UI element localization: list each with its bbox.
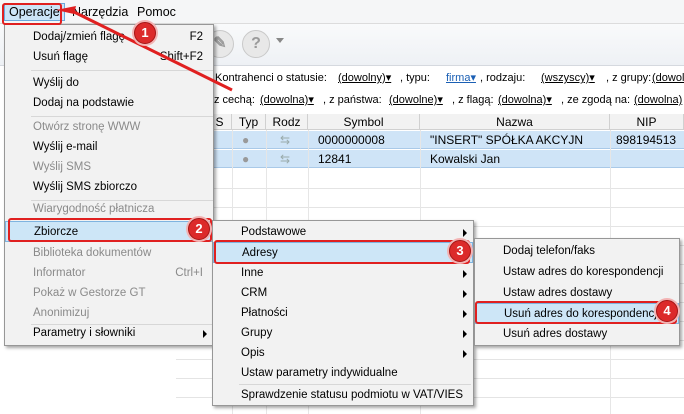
grupy-dropdown[interactable]: (dowolr: [652, 70, 684, 86]
table-row[interactable]: ● ⇆ 0000000008 "INSERT" SPÓŁKA AKCYJN 89…: [176, 131, 684, 149]
filter-label-zgoda: , ze zgodą na:: [561, 94, 631, 106]
menu-pomoc[interactable]: Pomoc: [133, 3, 180, 21]
status-dropdown[interactable]: (dowolny)▾: [338, 70, 391, 86]
filter-label-typ: , typu:: [400, 72, 430, 84]
chevron-down-icon[interactable]: [276, 38, 284, 43]
menu-item-informator: Informator Ctrl+I: [33, 267, 203, 279]
menu-item-wyslij-do[interactable]: Wyślij do: [5, 73, 213, 94]
column-header-typ[interactable]: Typ: [232, 114, 266, 130]
annotation-box: [475, 301, 677, 324]
menu-item-wiarygodnosc: Wiarygodność płatnicza: [33, 203, 155, 215]
step-badge-3: 3: [449, 240, 471, 262]
table-row[interactable]: ● ⇆ 12841 Kowalski Jan: [176, 150, 684, 168]
swap-icon: ⇆: [280, 152, 291, 166]
filter-label-cecha: z cechą:: [214, 94, 255, 106]
menu-item-otworz-www: Otwórz stronę WWW: [33, 121, 141, 133]
symbol-cell: 0000000008: [318, 133, 385, 147]
menu-item-anonimizuj: Anonimizuj: [33, 307, 90, 319]
annotation-box: [2, 3, 62, 25]
filter-label-grupy: , z grupy:: [606, 72, 652, 84]
menu-item-parametry-indywidualne[interactable]: Ustaw parametry indywidualne: [213, 363, 473, 384]
typ-dropdown[interactable]: firma▾: [446, 70, 476, 86]
zgoda-dropdown[interactable]: (dowolna): [634, 92, 682, 108]
panstwa-dropdown[interactable]: (dowolne)▾: [389, 92, 443, 108]
menu-item-usun-adres-dostawy[interactable]: Usuń adres dostawy: [475, 324, 679, 345]
filter-label-status: Kontrahenci o statusie:: [215, 72, 327, 84]
menu-item-usun-flage[interactable]: Usuń flagę Shift+F2: [5, 47, 213, 68]
adresy-submenu: Dodaj telefon/faks Ustaw adres do koresp…: [474, 238, 680, 346]
help-icon[interactable]: ?: [242, 30, 270, 58]
nazwa-cell: "INSERT" SPÓŁKA AKCYJN: [430, 133, 584, 147]
menu-item-grupy[interactable]: Grupy: [213, 323, 473, 344]
nazwa-cell: Kowalski Jan: [430, 152, 501, 166]
menu-item-wyslij-email[interactable]: Wyślij e-mail: [5, 137, 213, 158]
menu-item-pokaz-gestor: Pokaż w Gestorze GT: [33, 287, 146, 299]
swap-icon: ⇆: [280, 133, 291, 147]
symbol-cell: 12841: [318, 152, 352, 166]
filter-label-panstwa: , z państwa:: [323, 94, 382, 106]
menu-item-dodaj-flage[interactable]: Dodaj/zmień flagę F2: [5, 27, 213, 48]
menu-item-inne[interactable]: Inne: [213, 263, 473, 284]
annotation-box: [214, 240, 470, 264]
menu-bar: Operacje Narzędzia Pomoc: [0, 0, 684, 24]
menu-narzedzia[interactable]: Narzędzia: [68, 3, 132, 21]
person-icon: ●: [242, 152, 250, 166]
menu-item-dodaj-telefon[interactable]: Dodaj telefon/faks: [475, 241, 679, 262]
filter-label-flaga: , z flagą:: [452, 94, 494, 106]
menu-item-crm[interactable]: CRM: [213, 283, 473, 304]
operacje-menu: Dodaj/zmień flagę F2 Usuń flagę Shift+F2 W…: [4, 24, 214, 346]
menu-item-ustaw-adres-korespondencji[interactable]: Ustaw adres do korespondencji: [475, 262, 679, 283]
menu-item-platnosci[interactable]: Płatności: [213, 303, 473, 324]
annotation-box: [8, 218, 212, 242]
menu-item-opis[interactable]: Opis: [213, 343, 473, 364]
menu-item-wyslij-sms: Wyślij SMS: [33, 161, 92, 173]
column-header-rodz[interactable]: Rodz: [266, 114, 308, 130]
menu-item-wyslij-sms-zbiorczo[interactable]: Wyślij SMS zbiorczo: [5, 177, 213, 198]
step-badge-2: 2: [188, 218, 210, 240]
flaga-dropdown[interactable]: (dowolna)▾: [498, 92, 552, 108]
menu-item-vat-vies[interactable]: Sprawdzenie statusu podmiotu w VAT/VIES: [213, 385, 473, 406]
step-badge-4: 4: [656, 300, 678, 322]
menu-item-biblioteka: Biblioteka dokumentów: [33, 247, 152, 259]
menu-item-dodaj-na-podstawie[interactable]: Dodaj na podstawie: [5, 93, 213, 114]
column-header-nazwa[interactable]: Nazwa: [420, 114, 610, 130]
filter-label-rodzaj: , rodzaju:: [480, 72, 526, 84]
menu-item-parametry[interactable]: Parametry i słowniki: [5, 323, 213, 344]
nip-cell: 898194513: [616, 133, 677, 147]
column-header-symbol[interactable]: Symbol: [308, 114, 420, 130]
person-icon: ●: [242, 133, 250, 147]
step-badge-1: 1: [134, 22, 156, 44]
rodzaj-dropdown[interactable]: (wszyscy)▾: [541, 70, 595, 86]
column-header-nip[interactable]: NIP: [610, 114, 684, 130]
cecha-dropdown[interactable]: (dowolna)▾: [260, 92, 314, 108]
